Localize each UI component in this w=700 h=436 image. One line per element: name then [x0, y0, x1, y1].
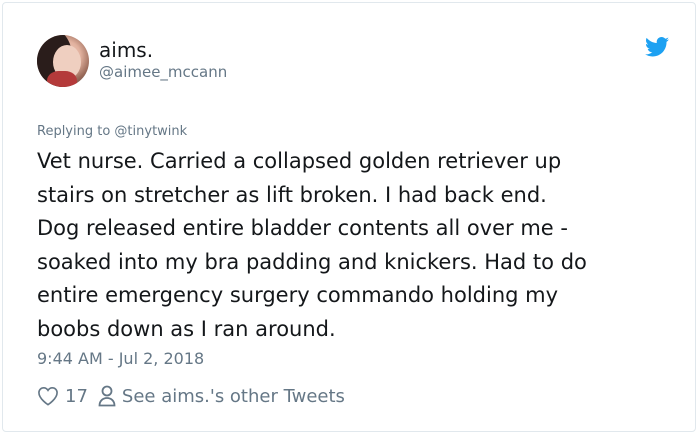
tweet-text: Vet nurse. Carried a collapsed golden re… — [37, 149, 587, 341]
heart-icon — [38, 386, 58, 406]
like-count: 17 — [65, 385, 88, 407]
twitter-bird-icon[interactable] — [645, 37, 669, 57]
avatar[interactable] — [37, 35, 89, 87]
tweet-card: aims. @aimee_mccann Replying to @tinytwi… — [2, 2, 696, 432]
timestamp[interactable]: 9:44 AM - Jul 2, 2018 — [37, 349, 204, 369]
avatar-shirt — [47, 71, 77, 87]
person-icon — [98, 385, 116, 407]
replying-to[interactable]: Replying to @tinytwink — [37, 124, 187, 140]
other-tweets-label: See aims.'s other Tweets — [121, 385, 345, 407]
tweet-actions: 17 See aims.'s other Tweets — [37, 383, 345, 409]
like-button[interactable]: 17 — [37, 386, 88, 407]
other-tweets-link[interactable]: See aims.'s other Tweets — [98, 385, 345, 407]
author-name[interactable]: aims. — [99, 39, 153, 61]
author-handle[interactable]: @aimee_mccann — [99, 63, 227, 81]
